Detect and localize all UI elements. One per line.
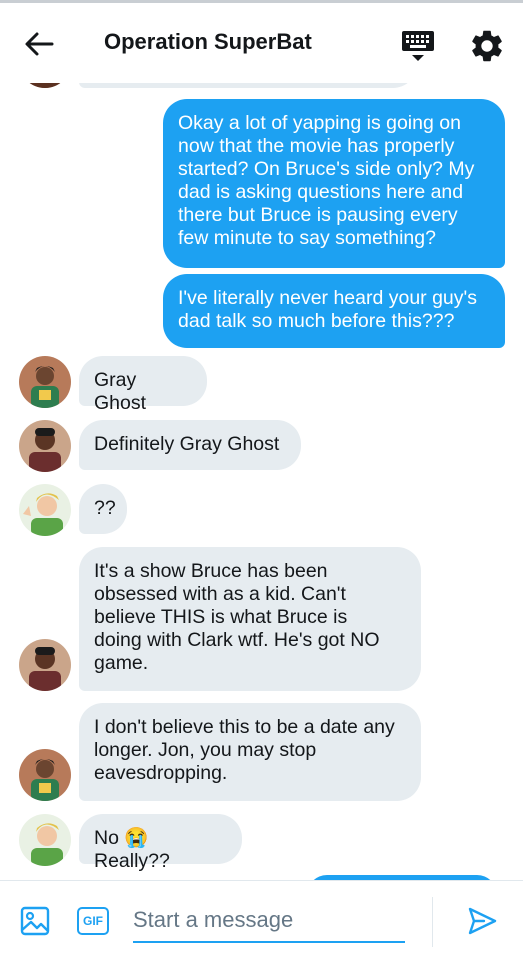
avatar-image [19,749,71,801]
avatar-duke[interactable] [19,639,71,691]
avatar-damian[interactable] [19,749,71,801]
settings-gear-icon[interactable] [468,27,506,65]
message-bubble-received[interactable]: No 😭 Really?? [79,814,242,872]
avatar-image [19,356,71,408]
message-bubble-received[interactable]: I don't believe this to be a date any lo… [79,703,421,801]
avatar-image [19,814,71,866]
avatar-image [19,484,71,536]
message-bubble-received[interactable]: Gray Ghost [79,356,207,414]
gif-button[interactable]: GIF [77,907,109,935]
message-composer: GIF [0,880,523,960]
avatar-image [19,420,71,472]
send-icon[interactable] [466,905,498,937]
conversation-header: Operation SuperBat [0,3,523,83]
composer-divider [432,897,433,947]
image-icon[interactable] [19,905,51,937]
avatar-damian[interactable] [19,356,71,408]
avatar-jon[interactable] [19,814,71,866]
conversation-title: Operation SuperBat [104,29,312,54]
message-bubble-received[interactable]: It's a show Bruce has been obsessed with… [79,547,421,691]
message-bubble-received[interactable]: ?? [79,484,127,534]
message-list[interactable]: Okay a lot of yapping is going on now th… [0,0,523,880]
message-bubble-sent[interactable]: I've literally never heard your guy's da… [163,274,505,348]
avatar-image [19,639,71,691]
message-bubble-received[interactable]: Definitely Gray Ghost [79,420,301,470]
message-input[interactable] [133,899,405,943]
message-bubble-sent[interactable]: Okay a lot of yapping is going on now th… [163,99,505,268]
keyboard-icon[interactable] [398,27,438,63]
back-arrow-icon[interactable] [22,27,56,61]
avatar-jon[interactable] [19,484,71,536]
avatar-duke[interactable] [19,420,71,472]
